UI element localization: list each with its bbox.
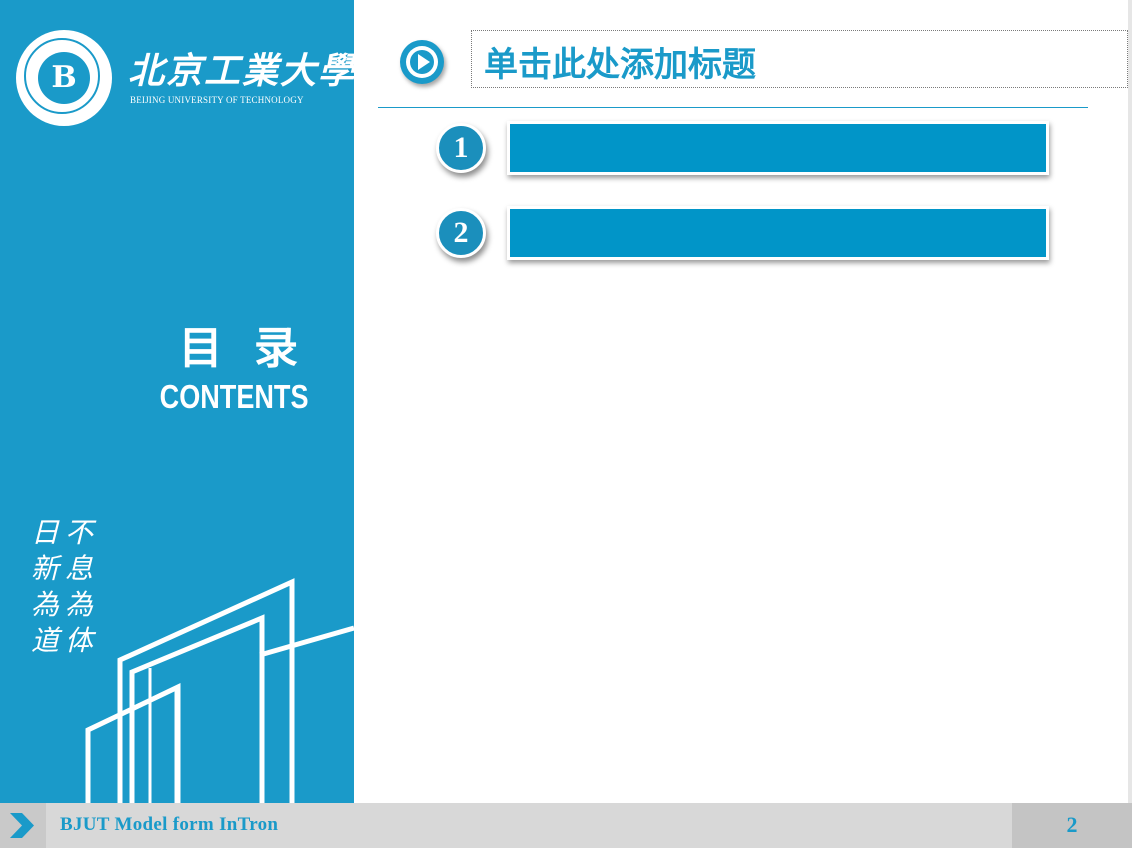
item-number-1: 1 bbox=[436, 123, 486, 173]
title-divider bbox=[378, 107, 1088, 108]
footer-bar: BJUT Model form InTron 2 bbox=[0, 803, 1132, 848]
toc-subtitle: CONTENTS bbox=[159, 378, 308, 415]
building-outline-graphic bbox=[85, 578, 354, 803]
footer-chevron-icon bbox=[0, 803, 46, 848]
item-number-2: 2 bbox=[436, 208, 486, 258]
university-seal-logo: B bbox=[16, 30, 112, 126]
page-title: 单击此处添加标题 bbox=[484, 45, 756, 85]
footer-text: BJUT Model form InTron bbox=[60, 814, 279, 835]
item-bar-1[interactable] bbox=[507, 121, 1049, 175]
play-icon bbox=[400, 40, 444, 84]
toc-title: 目 录 bbox=[178, 323, 306, 374]
page-number-box: 2 bbox=[1012, 803, 1132, 848]
left-panel: B 北京工業大學 BEIJING UNIVERSITY OF TECHNOLOG… bbox=[0, 0, 354, 803]
right-edge-strip bbox=[1128, 0, 1132, 803]
item-bar-2[interactable] bbox=[507, 206, 1049, 260]
university-name-cn: 北京工業大學 bbox=[128, 50, 354, 92]
title-placeholder[interactable]: 单击此处添加标题 bbox=[471, 30, 1128, 88]
page-number: 2 bbox=[1066, 812, 1078, 837]
university-name-en: BEIJING UNIVERSITY OF TECHNOLOGY bbox=[130, 95, 304, 105]
seal-letter: B bbox=[38, 52, 90, 104]
